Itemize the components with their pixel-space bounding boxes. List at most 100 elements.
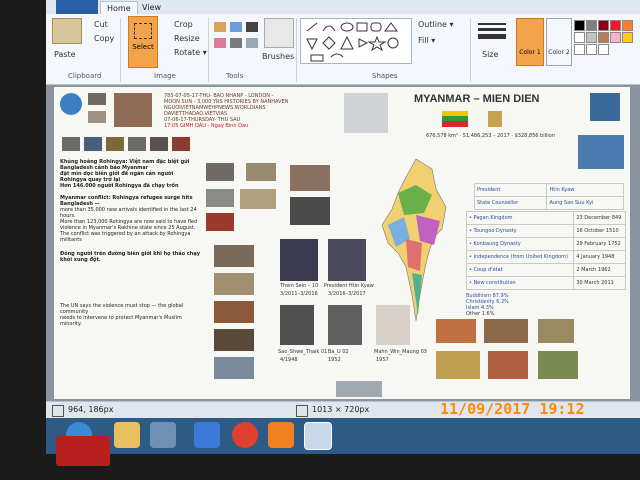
history-table: • Pagan Kingdom 23 December 849 • Toungoo…	[465, 211, 626, 290]
tab-home[interactable]: Home	[100, 1, 138, 15]
color2-button[interactable]: Color 2	[546, 18, 572, 66]
fill-bucket-icon[interactable]	[230, 22, 242, 32]
swatch[interactable]	[598, 20, 609, 31]
divider	[296, 18, 297, 82]
select-button[interactable]: Select	[128, 16, 158, 68]
photo	[214, 357, 254, 379]
media-player-icon[interactable]	[268, 422, 294, 448]
table-row: State Counsellor Aung San Suu Kyi	[473, 196, 624, 210]
photo	[246, 163, 276, 181]
portrait-htin-kyaw	[328, 239, 366, 281]
resize-button[interactable]: Resize	[174, 34, 200, 43]
internet-explorer-icon[interactable]	[194, 422, 220, 448]
divider	[120, 18, 121, 82]
table-cell[interactable]: President	[473, 183, 548, 197]
brushes-button[interactable]: Brushes	[262, 52, 294, 61]
caption: Thein Sein – 10	[280, 283, 319, 289]
select-icon	[134, 23, 152, 39]
size-button[interactable]: Size	[482, 50, 498, 59]
swatch[interactable]	[586, 20, 597, 31]
color-picker-icon[interactable]	[230, 38, 242, 48]
photo	[88, 93, 106, 105]
table-cell[interactable]: • Coup d'état	[465, 263, 575, 277]
file-menu-button[interactable]	[56, 0, 98, 14]
eraser-icon[interactable]	[214, 38, 226, 48]
table-row: • Pagan Kingdom 23 December 849	[465, 211, 626, 225]
pencil-icon[interactable]	[214, 22, 226, 32]
region-map-image	[344, 93, 388, 133]
article-text: Khủng hoảng Rohingya: Việt nam đặc biệt …	[60, 159, 200, 327]
swatch[interactable]	[622, 20, 633, 31]
swatch[interactable]	[586, 32, 597, 43]
cut-button[interactable]: Cut	[94, 20, 108, 29]
cursor-position-icon	[52, 405, 64, 417]
paste-button[interactable]: Paste	[54, 50, 76, 59]
table-cell[interactable]: • Konbaung Dynasty	[465, 237, 575, 251]
photo	[128, 137, 146, 151]
magnifier-icon[interactable]	[246, 38, 258, 48]
portrait-ba-u	[328, 305, 362, 345]
cursor-position: 964, 186px	[68, 405, 114, 414]
caption: Sao_Shwe_Thaik 01	[278, 349, 328, 355]
outline-dropdown[interactable]: Outline ▾	[418, 20, 454, 29]
table-cell: 4 January 1948	[573, 250, 626, 264]
swatch[interactable]	[610, 32, 621, 43]
table-row: • Coup d'état 2 March 1962	[465, 263, 626, 277]
paste-icon[interactable]	[52, 18, 82, 44]
clipboard-group-label: Clipboard	[68, 72, 102, 80]
ribbon: Paste Cut Copy Clipboard Select Crop Res…	[46, 14, 640, 85]
swatch[interactable]	[574, 20, 585, 31]
chrome-icon[interactable]	[232, 422, 258, 448]
religion-item: Other 1.6%	[466, 311, 495, 317]
swatch[interactable]	[586, 44, 597, 55]
swatch[interactable]	[622, 32, 633, 43]
rotate-button[interactable]: Rotate ▾	[174, 48, 207, 57]
tab-view[interactable]: View	[136, 1, 167, 14]
camera-date-stamp: 11/09/2017 19:12	[440, 400, 585, 418]
swatch[interactable]	[598, 44, 609, 55]
caption: Mahn_Win_Maung 03	[374, 349, 427, 355]
color1-button[interactable]: Color 1	[516, 18, 544, 66]
table-cell[interactable]: • Independence (from United Kingdom)	[465, 250, 575, 264]
app-icon[interactable]	[150, 422, 176, 448]
photo	[214, 245, 254, 267]
table-cell[interactable]: Htin Kyaw	[546, 183, 624, 197]
text-tool-icon[interactable]	[246, 22, 258, 32]
image-canvas[interactable]: 785-07-05-17-THU- BAO NHANP - LONDON - M…	[54, 87, 630, 399]
color2-label: Color 2	[548, 49, 570, 56]
swatch[interactable]	[598, 32, 609, 43]
table-cell[interactable]: • New constitution	[465, 276, 575, 290]
size-icon[interactable]	[478, 20, 506, 44]
swatch[interactable]	[610, 20, 621, 31]
paint-taskbar-icon[interactable]	[304, 422, 332, 450]
divider	[208, 18, 209, 82]
sticker	[56, 436, 110, 466]
tools-group-label: Tools	[226, 72, 244, 80]
copy-button[interactable]: Copy	[94, 34, 114, 43]
canvas-area[interactable]: 785-07-05-17-THU- BAO NHANP - LONDON - M…	[46, 85, 640, 401]
article-line: Khủng hoảng Rohingya: Việt nam đặc biệt …	[60, 159, 190, 171]
photo	[214, 329, 254, 351]
caption-years: 4/1948	[280, 357, 298, 363]
swatch[interactable]	[574, 32, 585, 43]
swatch[interactable]	[574, 44, 585, 55]
brush-icon[interactable]	[264, 18, 294, 48]
table-cell[interactable]: • Pagan Kingdom	[465, 211, 575, 225]
shapes-gallery[interactable]	[300, 18, 412, 64]
photo	[240, 189, 276, 209]
photo	[206, 189, 234, 207]
shapes-group-label: Shapes	[372, 72, 398, 80]
shapes-icon	[306, 22, 399, 62]
coat-of-arms	[488, 111, 502, 127]
file-explorer-icon[interactable]	[114, 422, 140, 448]
article-line: more than 35,000 new arrivals identified…	[60, 207, 197, 219]
photo	[538, 351, 578, 379]
crop-button[interactable]: Crop	[174, 20, 193, 29]
image-group-label: Image	[154, 72, 176, 80]
fill-dropdown[interactable]: Fill ▾	[418, 36, 435, 45]
photo	[484, 319, 528, 343]
table-cell[interactable]: • Toungoo Dynasty	[465, 224, 575, 238]
table-cell[interactable]: Aung San Suu Kyi	[546, 196, 624, 210]
table-cell[interactable]: State Counsellor	[473, 196, 548, 210]
religion-list: Buddhism 87.9% Christianity 6.2% Islam 4…	[466, 293, 509, 317]
